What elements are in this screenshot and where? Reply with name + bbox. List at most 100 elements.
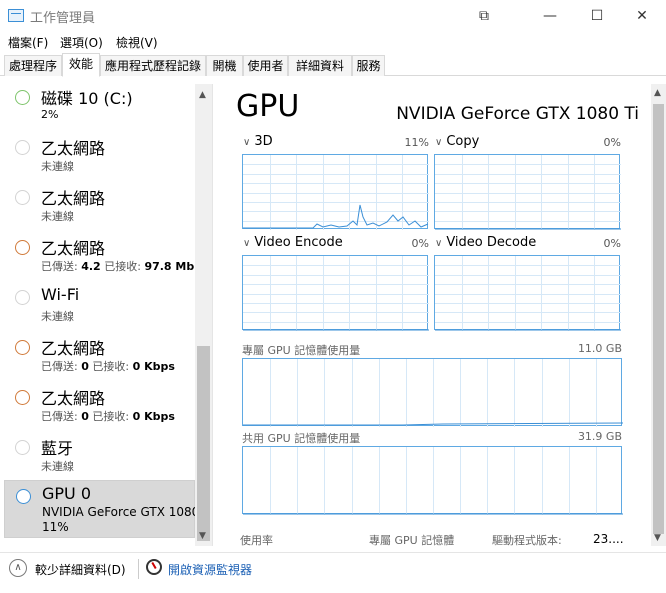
menu-options[interactable]: 選項(O) xyxy=(60,34,103,51)
scrollbar-thumb[interactable] xyxy=(653,104,664,534)
sidebar-item-label: 乙太網路 xyxy=(41,339,106,358)
scrollbar-thumb[interactable] xyxy=(197,346,210,541)
menu-view[interactable]: 檢視(V) xyxy=(116,34,158,51)
sidebar-item-label: 磁碟 10 (C:) xyxy=(41,89,133,108)
sidebar-item-gpu0[interactable]: GPU 0 NVIDIA GeForce GTX 1080 Ti 11% xyxy=(4,480,198,538)
status-circle-icon xyxy=(15,140,30,155)
tab-performance[interactable]: 效能 xyxy=(62,53,100,77)
scroll-up-icon[interactable]: ▲ xyxy=(654,88,661,98)
tab-details[interactable]: 詳細資料 xyxy=(288,55,352,76)
graph-dedicated-memory-plot xyxy=(243,359,623,427)
sidebar-item-sub: 已傳送: 0 已接收: 0 Kbps xyxy=(41,408,197,424)
sidebar-item-ethernet-2[interactable]: 乙太網路 未連線 xyxy=(4,184,195,234)
recv-label: 已接收: xyxy=(92,360,130,373)
sidebar-item-ethernet-4[interactable]: 乙太網路 已傳送: 0 已接收: 0 Kbps xyxy=(4,334,195,384)
engine-selector-video-decode[interactable]: ∨ Video Decode xyxy=(435,235,536,250)
maximize-button[interactable]: ☐ xyxy=(574,0,620,32)
tab-processes[interactable]: 處理程序 xyxy=(4,55,62,76)
close-button[interactable]: ✕ xyxy=(619,0,665,32)
graph-video-encode xyxy=(242,255,429,331)
sidebar-item-usage: 11% xyxy=(42,520,69,534)
main-scrollbar[interactable]: ▲ ▼ xyxy=(651,84,666,546)
window-title: 工作管理員 xyxy=(30,11,96,26)
engine-label: Video Decode xyxy=(446,235,537,250)
tab-startup[interactable]: 開機 xyxy=(206,55,243,76)
graph-copy xyxy=(434,154,621,230)
gpu-model-name: NVIDIA GeForce GTX 1080 Ti xyxy=(396,104,639,124)
graph-3d xyxy=(242,154,429,230)
task-manager-icon xyxy=(8,9,24,22)
footer-divider xyxy=(138,559,139,579)
menu-file[interactable]: 檔案(F) xyxy=(8,34,48,51)
sidebar-item-sub: 未連線 xyxy=(41,160,74,173)
sidebar-item-ethernet-3[interactable]: 乙太網路 已傳送: 4.2 已接收: 97.8 Mb xyxy=(4,234,195,284)
dedicated-memory-label: 專屬 GPU 記憶體使用量 xyxy=(242,344,361,357)
chevron-down-icon: ∨ xyxy=(435,238,443,249)
engine-label: Video Encode xyxy=(254,235,343,250)
status-circle-icon xyxy=(15,340,30,355)
graph-3d-plot xyxy=(243,155,429,230)
tab-services[interactable]: 服務 xyxy=(352,55,385,76)
open-resource-monitor-link[interactable]: 開啟資源監視器 xyxy=(168,561,252,578)
status-circle-icon xyxy=(15,240,30,255)
resource-monitor-icon[interactable] xyxy=(146,559,162,575)
shared-memory-label: 共用 GPU 記憶體使用量 xyxy=(242,432,361,445)
tab-app-history[interactable]: 應用程式歷程記錄 xyxy=(100,55,206,76)
status-circle-icon xyxy=(15,190,30,205)
tab-users[interactable]: 使用者 xyxy=(243,55,288,76)
recv-label: 已接收: xyxy=(104,260,141,273)
resource-sidebar: 磁碟 10 (C:) 2% 乙太網路 未連線 乙太網路 未連線 乙太網路 已傳送… xyxy=(0,84,213,546)
sidebar-item-ethernet-5[interactable]: 乙太網路 已傳送: 0 已接收: 0 Kbps xyxy=(4,384,195,434)
chevron-down-icon: ∨ xyxy=(243,137,251,148)
sidebar-item-sub: 未連線 xyxy=(41,210,74,223)
recv-value: 0 Kbps xyxy=(132,360,175,373)
status-circle-icon xyxy=(16,489,31,504)
sidebar-item-sub: 2% xyxy=(41,108,59,121)
sidebar-item-label: 乙太網路 xyxy=(41,389,106,408)
sent-label: 已傳送: xyxy=(41,260,78,273)
sidebar-item-sub: NVIDIA GeForce GTX 1080 Ti xyxy=(42,505,198,519)
sidebar-item-label: 乙太網路 xyxy=(41,139,106,158)
sent-value: 0 xyxy=(81,410,89,423)
status-circle-icon xyxy=(15,90,30,105)
sidebar-item-wifi[interactable]: Wi-Fi 未連線 xyxy=(4,284,195,334)
sidebar-item-ethernet-1[interactable]: 乙太網路 未連線 xyxy=(4,134,195,184)
engine-selector-copy[interactable]: ∨ Copy xyxy=(435,134,479,149)
graph-video-decode-plot xyxy=(435,256,621,331)
restore-icon[interactable]: ⧉ xyxy=(461,0,507,32)
engine-label: Copy xyxy=(446,134,480,149)
engine-selector-3d[interactable]: ∨ 3D xyxy=(243,134,273,149)
sent-value: 0 xyxy=(81,360,89,373)
scroll-down-icon[interactable]: ▼ xyxy=(654,533,661,543)
sidebar-item-label: 乙太網路 xyxy=(41,239,106,258)
sidebar-scrollbar[interactable]: ▲ ▼ xyxy=(195,84,212,546)
chevron-down-icon: ∨ xyxy=(435,137,443,148)
status-circle-icon xyxy=(15,440,30,455)
tab-bar: 處理程序 效能 應用程式歷程記錄 開機 使用者 詳細資料 服務 xyxy=(0,53,666,77)
scroll-up-icon[interactable]: ▲ xyxy=(199,90,206,100)
engine-percent: 11% xyxy=(404,136,429,149)
dedicated-memory-value: 11.0 GB xyxy=(577,342,622,355)
sidebar-item-bluetooth[interactable]: 藍牙 未連線 xyxy=(4,434,195,484)
engine-selector-video-encode[interactable]: ∨ Video Encode xyxy=(243,235,343,250)
stat-dedicated-label: 專屬 GPU 記憶體 xyxy=(369,534,455,547)
minimize-button[interactable]: — xyxy=(527,0,573,32)
sent-value: 4.2 xyxy=(81,260,101,273)
fewer-details-button[interactable]: 較少詳細資料(D) xyxy=(35,561,126,578)
scroll-down-icon[interactable]: ▼ xyxy=(199,531,206,541)
engine-percent: 0% xyxy=(411,237,429,250)
sidebar-item-label: 藍牙 xyxy=(41,439,74,458)
footer-bar: ∧ 較少詳細資料(D) 開啟資源監視器 xyxy=(0,552,666,593)
sidebar-item-disk[interactable]: 磁碟 10 (C:) 2% xyxy=(4,84,195,134)
graph-video-encode-plot xyxy=(243,256,429,331)
sent-label: 已傳送: xyxy=(41,410,78,423)
stat-driver-label: 驅動程式版本: xyxy=(492,534,562,547)
stat-driver-value: 23.... xyxy=(593,532,624,546)
sidebar-item-sub: 已傳送: 4.2 已接收: 97.8 Mb xyxy=(41,258,197,274)
chevron-up-circle-icon[interactable]: ∧ xyxy=(9,559,27,577)
graph-video-decode xyxy=(434,255,621,331)
engine-label: 3D xyxy=(254,134,273,149)
sidebar-item-sub: 已傳送: 0 已接收: 0 Kbps xyxy=(41,358,197,374)
shared-memory-value: 31.9 GB xyxy=(577,430,622,443)
sent-label: 已傳送: xyxy=(41,360,78,373)
